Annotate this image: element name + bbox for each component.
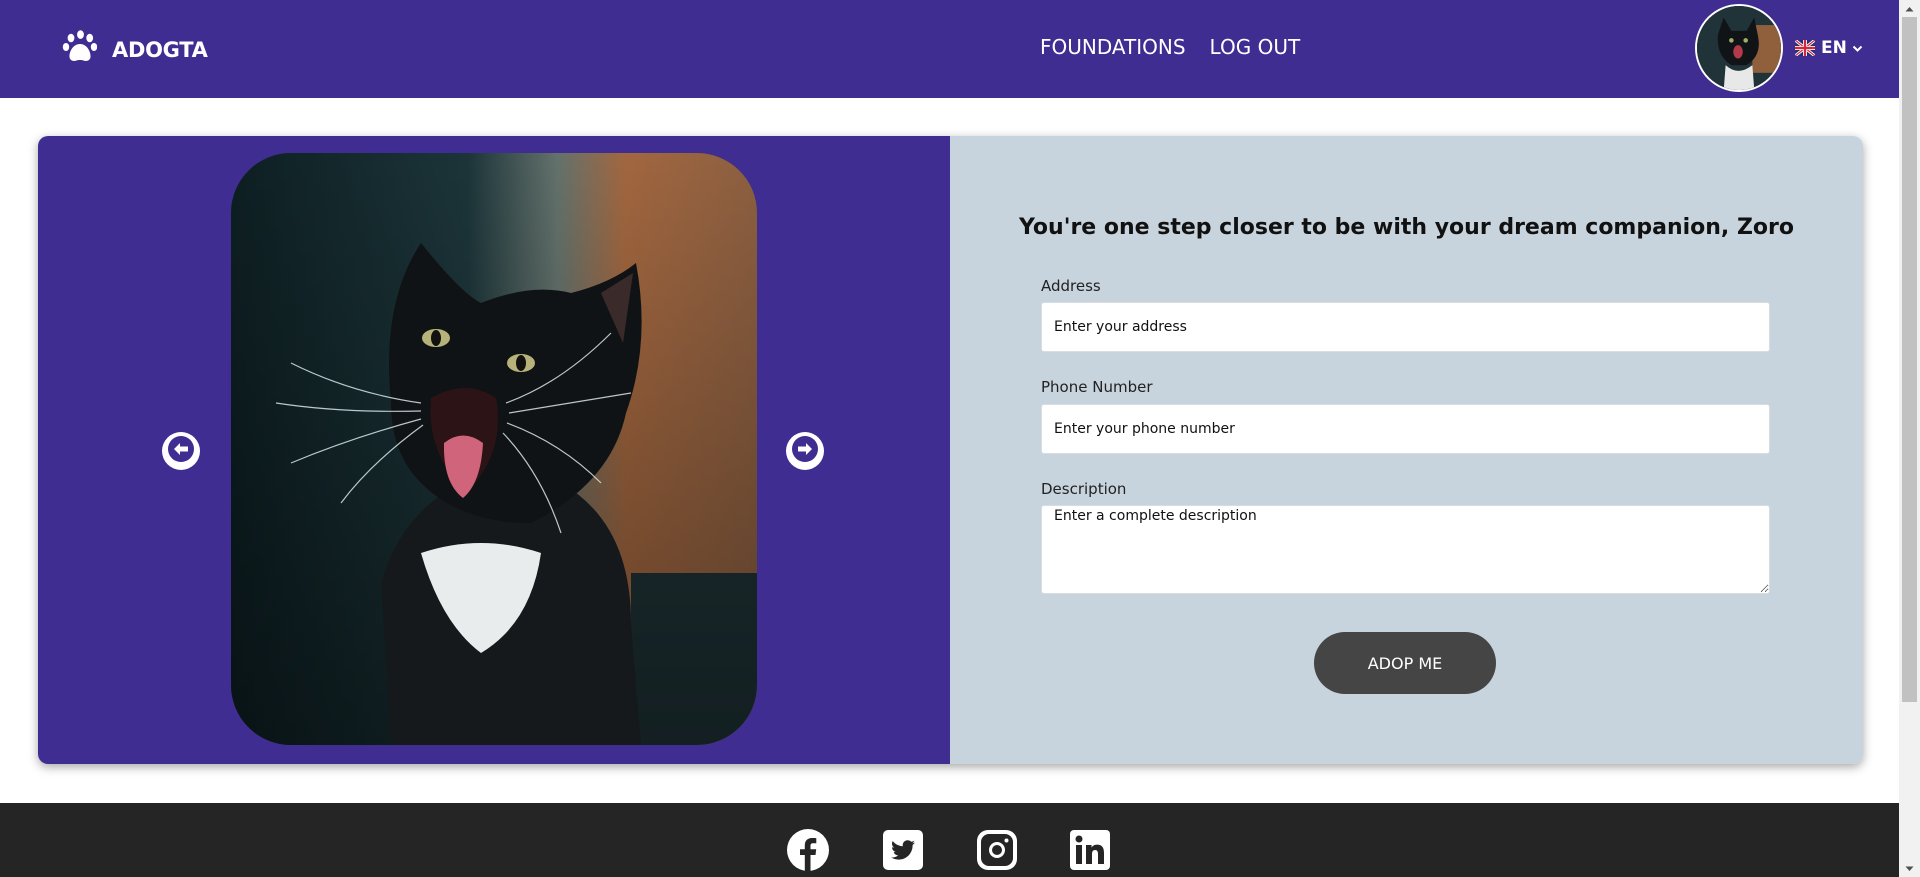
form-title: You're one step closer to be with your d…: [1019, 215, 1794, 240]
pet-photo: [231, 153, 757, 745]
top-navbar: ADOGTA FOUNDATIONS LOG OUT EN: [0, 0, 1899, 98]
pet-carousel: [38, 136, 950, 764]
adoption-form: You're one step closer to be with your d…: [950, 136, 1863, 764]
nav-foundations[interactable]: FOUNDATIONS: [1040, 35, 1186, 59]
page-scrollbar[interactable]: [1899, 0, 1920, 877]
main-nav: FOUNDATIONS LOG OUT: [1040, 35, 1324, 59]
carousel-prev-button[interactable]: [162, 432, 200, 470]
language-code: EN: [1821, 38, 1847, 58]
adopt-button[interactable]: ADOP ME: [1314, 632, 1496, 694]
arrow-left-circle-icon: [168, 436, 194, 466]
instagram-icon[interactable]: [976, 829, 1018, 871]
twitter-icon[interactable]: [882, 829, 924, 871]
language-selector[interactable]: EN: [1795, 38, 1863, 58]
description-textarea[interactable]: [1041, 505, 1770, 594]
arrow-right-circle-icon: [792, 436, 818, 466]
scrollbar-thumb[interactable]: [1902, 17, 1917, 702]
scroll-up-arrow-icon[interactable]: [1899, 0, 1920, 17]
scroll-down-arrow-icon[interactable]: [1899, 860, 1920, 877]
phone-label: Phone Number: [1041, 378, 1153, 396]
linkedin-icon[interactable]: [1069, 829, 1111, 871]
avatar-cat-image: [1697, 6, 1781, 90]
page-viewport: ADOGTA FOUNDATIONS LOG OUT EN You're one…: [0, 0, 1899, 877]
nav-logout[interactable]: LOG OUT: [1210, 35, 1301, 59]
uk-flag-icon: [1795, 40, 1815, 56]
address-label: Address: [1041, 277, 1101, 295]
description-label: Description: [1041, 480, 1127, 498]
carousel-next-button[interactable]: [786, 432, 824, 470]
adoption-card: You're one step closer to be with your d…: [38, 136, 1863, 764]
user-avatar[interactable]: [1695, 4, 1783, 92]
facebook-icon[interactable]: [787, 829, 829, 871]
brand-name: ADOGTA: [112, 37, 208, 62]
brand-logo[interactable]: ADOGTA: [62, 30, 208, 69]
chevron-down-icon: [1847, 39, 1863, 58]
phone-input[interactable]: [1041, 404, 1770, 454]
address-input[interactable]: [1041, 302, 1770, 352]
paw-icon: [62, 30, 98, 69]
footer: [0, 803, 1899, 877]
